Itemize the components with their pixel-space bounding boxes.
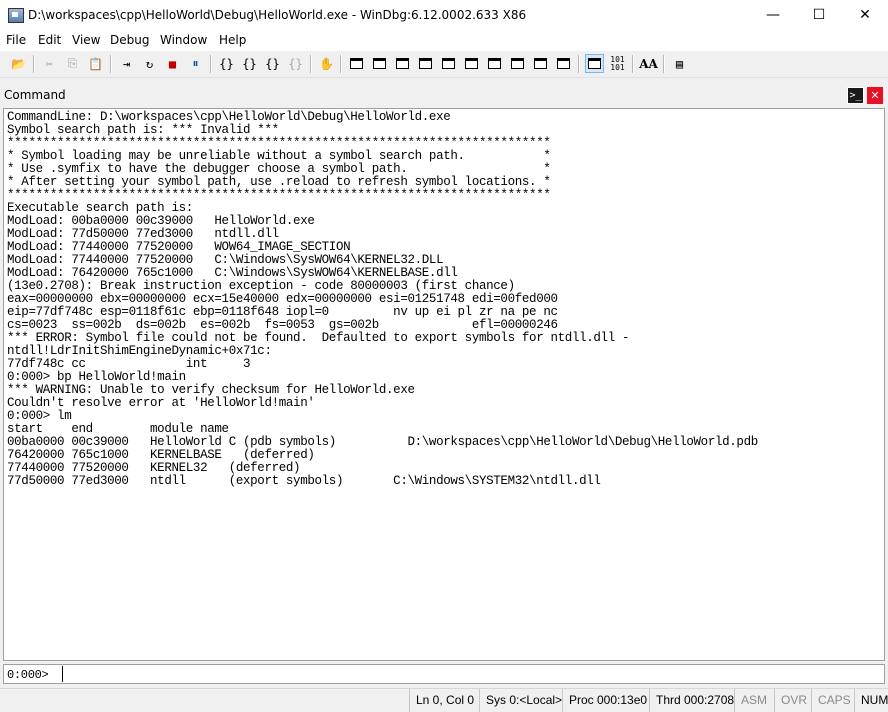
toolbar: 📂 ✂ ⎘ 📋 ⇥ ↻ ■ ⏸ {} {} {} {} ✋ 101 101 AA … bbox=[0, 51, 888, 78]
command-input-row: 0:000> bbox=[3, 664, 885, 684]
toolbar-separator bbox=[210, 55, 212, 73]
command-input[interactable] bbox=[62, 666, 885, 682]
menu-view[interactable]: View bbox=[72, 33, 100, 47]
restart-icon[interactable]: ↻ bbox=[140, 54, 159, 73]
toolbar-separator bbox=[340, 55, 342, 73]
breakpoint-hand-icon[interactable]: ✋ bbox=[317, 54, 336, 73]
toolbar-separator bbox=[578, 55, 580, 73]
command-window-close-icon[interactable]: ✕ bbox=[867, 87, 883, 104]
copy-icon[interactable]: ⎘ bbox=[63, 54, 82, 73]
command-window-title: Command bbox=[4, 88, 66, 102]
registers-window-icon[interactable] bbox=[416, 54, 435, 73]
menu-edit[interactable]: Edit bbox=[38, 33, 61, 47]
toolbar-separator bbox=[632, 55, 634, 73]
stop-debugging-icon[interactable]: ■ bbox=[163, 54, 182, 73]
open-icon[interactable]: 📂 bbox=[9, 54, 28, 73]
font-icon[interactable]: AA bbox=[639, 54, 658, 73]
step-into-icon[interactable]: {} bbox=[217, 54, 236, 73]
hex-binary-icon[interactable]: 101 101 bbox=[608, 54, 627, 73]
command-output[interactable]: CommandLine: D:\workspaces\cpp\HelloWorl… bbox=[3, 108, 885, 661]
toolbar-separator bbox=[33, 55, 35, 73]
toolbar-separator bbox=[663, 55, 665, 73]
status-num: NUM bbox=[854, 689, 888, 712]
title-bar: D:\workspaces\cpp\HelloWorld\Debug\Hello… bbox=[0, 0, 888, 31]
command-prompt-icon[interactable]: >_ bbox=[847, 87, 864, 104]
toolbar-separator bbox=[110, 55, 112, 73]
status-bar: Ln 0, Col 0 Sys 0:<Local> Proc 000:13e0 … bbox=[0, 688, 888, 712]
watch-window-icon[interactable] bbox=[370, 54, 389, 73]
status-asm: ASM bbox=[734, 689, 774, 712]
close-button[interactable]: ✕ bbox=[842, 0, 888, 31]
menu-debug[interactable]: Debug bbox=[110, 33, 149, 47]
cut-icon[interactable]: ✂ bbox=[40, 54, 59, 73]
output-line: 77d50000 77ed3000 ntdll (export symbols)… bbox=[7, 474, 601, 488]
command-window-icon[interactable] bbox=[347, 54, 366, 73]
processes-threads-icon[interactable] bbox=[531, 54, 550, 73]
status-system: Sys 0:<Local> bbox=[479, 689, 562, 712]
step-out-icon[interactable]: {} bbox=[263, 54, 282, 73]
menu-bar: File Edit View Debug Window Help bbox=[0, 31, 888, 51]
command-output-text: CommandLine: D:\workspaces\cpp\HelloWorl… bbox=[4, 109, 884, 488]
source-mode-toggle-icon[interactable] bbox=[585, 54, 604, 73]
menu-help[interactable]: Help bbox=[219, 33, 246, 47]
status-thread: Thrd 000:2708 bbox=[649, 689, 734, 712]
call-stack-window-icon[interactable] bbox=[462, 54, 481, 73]
status-caps: CAPS bbox=[811, 689, 854, 712]
paste-icon[interactable]: 📋 bbox=[86, 54, 105, 73]
options-icon[interactable]: ▤ bbox=[670, 54, 689, 73]
status-process: Proc 000:13e0 bbox=[562, 689, 649, 712]
menu-window[interactable]: Window bbox=[160, 33, 207, 47]
menu-file[interactable]: File bbox=[6, 33, 26, 47]
window-title: D:\workspaces\cpp\HelloWorld\Debug\Hello… bbox=[28, 8, 527, 22]
locals-window-icon[interactable] bbox=[393, 54, 412, 73]
run-to-cursor-icon[interactable]: {} bbox=[286, 54, 305, 73]
break-all-icon[interactable]: ⏸ bbox=[186, 54, 205, 73]
step-over-icon[interactable]: {} bbox=[240, 54, 259, 73]
command-window-header: Command >_ ✕ bbox=[0, 85, 888, 107]
maximize-button[interactable]: ☐ bbox=[796, 0, 842, 31]
windbg-app-icon[interactable] bbox=[8, 8, 24, 23]
minimize-button[interactable]: — bbox=[750, 0, 796, 31]
disassembly-window-icon[interactable] bbox=[485, 54, 504, 73]
status-ovr: OVR bbox=[774, 689, 811, 712]
output-line: Couldn't resolve error at 'HelloWorld!ma… bbox=[7, 396, 315, 410]
source-mode-icon[interactable] bbox=[554, 54, 573, 73]
scratch-pad-icon[interactable] bbox=[508, 54, 527, 73]
command-prompt-label: 0:000> bbox=[7, 668, 49, 682]
status-line-col: Ln 0, Col 0 bbox=[409, 689, 479, 712]
toolbar-separator bbox=[310, 55, 312, 73]
go-icon[interactable]: ⇥ bbox=[117, 54, 136, 73]
memory-window-icon[interactable] bbox=[439, 54, 458, 73]
